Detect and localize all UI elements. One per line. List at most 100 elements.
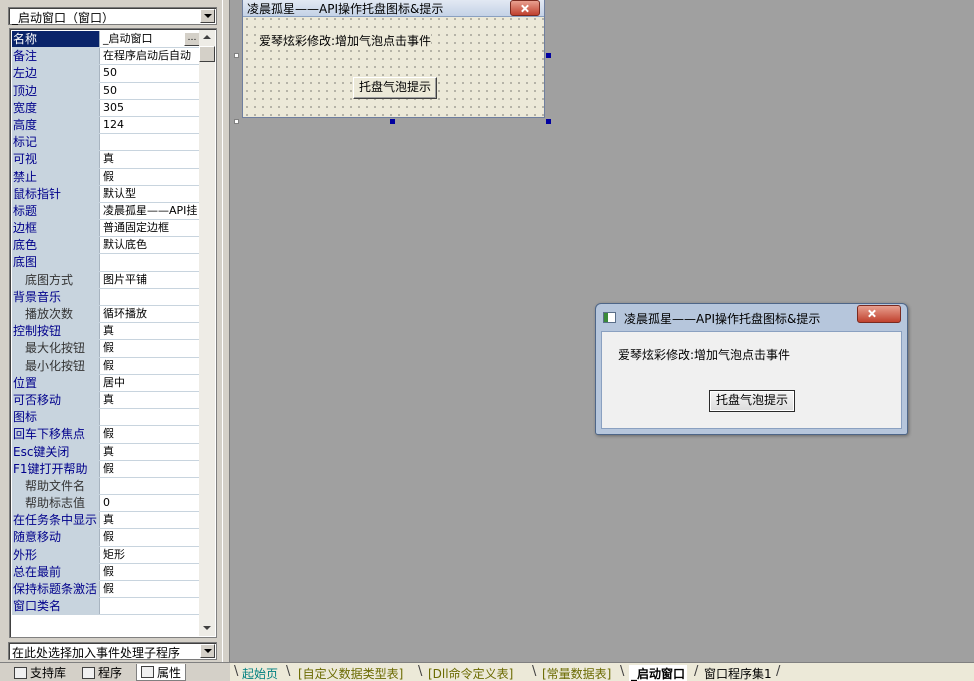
resize-handle[interactable]	[546, 119, 551, 124]
scrollbar-thumb[interactable]	[199, 46, 215, 62]
property-value[interactable]	[100, 477, 200, 495]
property-value[interactable]: _启动窗口…	[100, 31, 200, 48]
design-tray-bubble-button[interactable]: 托盘气泡提示	[353, 77, 437, 99]
close-icon[interactable]	[510, 0, 540, 16]
scroll-up-icon[interactable]	[199, 30, 215, 46]
property-row[interactable]: 高度 124	[12, 116, 200, 135]
property-value[interactable]	[100, 288, 200, 305]
property-row[interactable]: 外形 矩形	[12, 546, 200, 564]
tab-support-library[interactable]: 支持库	[10, 664, 70, 681]
property-value[interactable]: 假	[100, 340, 200, 357]
property-value[interactable]	[100, 254, 200, 271]
tab-startup-window[interactable]: _启动窗口	[629, 665, 688, 681]
property-row[interactable]: 位置 居中	[12, 374, 200, 392]
property-row[interactable]: F1键打开帮助假	[12, 460, 200, 478]
property-value[interactable]: 真	[100, 512, 200, 529]
property-value[interactable]: 假	[100, 460, 200, 477]
property-value[interactable]: 循环播放	[100, 306, 200, 323]
tab-custom-types[interactable]: [自定义数据类型表]	[298, 665, 403, 681]
property-row[interactable]: 禁止假	[12, 168, 200, 186]
property-row[interactable]: 鼠标指针 默认型	[12, 185, 200, 203]
property-value[interactable]: 图片平铺	[100, 271, 200, 288]
property-value[interactable]: 假	[100, 581, 200, 598]
preview-titlebar[interactable]: 凌晨孤星——API操作托盘图标&提示	[596, 304, 907, 330]
property-value[interactable]: 真	[100, 391, 200, 409]
preview-window[interactable]: 凌晨孤星——API操作托盘图标&提示 爱琴炫彩修改:增加气泡点击事件 托盘气泡提…	[595, 303, 908, 435]
panel-splitter[interactable]	[222, 0, 230, 662]
property-row[interactable]: 标记	[12, 134, 200, 152]
property-value[interactable]: 真	[100, 151, 200, 168]
property-row[interactable]: 播放次数 循环播放	[12, 306, 200, 324]
property-value[interactable]: 真	[100, 323, 200, 340]
property-row[interactable]: 最小化按钮假	[12, 357, 200, 375]
event-selector[interactable]: 在此处选择加入事件处理子程序	[8, 642, 217, 660]
property-row[interactable]: 回车下移焦点假	[12, 426, 200, 444]
chevron-down-icon[interactable]	[200, 644, 215, 658]
property-value[interactable]: 124	[100, 116, 200, 134]
property-row[interactable]: 名称 _启动窗口…	[12, 31, 200, 49]
design-form[interactable]: 凌晨孤星——API操作托盘图标&提示 爱琴炫彩修改:增加气泡点击事件 托盘气泡提…	[242, 0, 545, 118]
property-row[interactable]: 在任务条中显示真	[12, 512, 200, 530]
property-value[interactable]: 居中	[100, 374, 200, 391]
property-value[interactable]: 假	[100, 426, 200, 443]
property-row[interactable]: 控制按钮真	[12, 323, 200, 341]
property-row[interactable]: 边框 普通固定边框	[12, 220, 200, 238]
property-value[interactable]	[100, 134, 200, 151]
property-value[interactable]	[100, 598, 200, 615]
property-value[interactable]: 假	[100, 563, 200, 580]
property-row[interactable]: 可否移动真	[12, 391, 200, 410]
property-value[interactable]: 假	[100, 168, 200, 185]
tab-properties[interactable]: 属性	[136, 664, 187, 681]
property-row[interactable]: 帮助标志值 0	[12, 495, 200, 513]
property-value[interactable]: 0	[100, 495, 200, 512]
property-row[interactable]: 帮助文件名	[12, 477, 200, 496]
property-row[interactable]: 图标	[12, 409, 200, 427]
tray-bubble-button[interactable]: 托盘气泡提示	[709, 390, 795, 412]
property-row[interactable]: 底色 默认底色	[12, 237, 200, 255]
property-row[interactable]: Esc键关闭真	[12, 443, 200, 461]
resize-handle[interactable]	[546, 53, 551, 58]
property-row[interactable]: 左边 50	[12, 65, 200, 83]
property-value[interactable]: 305	[100, 99, 200, 116]
property-value[interactable]: 50	[100, 65, 200, 82]
ellipsis-button[interactable]: …	[184, 32, 200, 46]
tab-dll-commands[interactable]: [Dll命令定义表]	[428, 665, 513, 681]
property-row[interactable]: 总在最前假	[12, 563, 200, 581]
scroll-down-icon[interactable]	[199, 620, 215, 636]
property-value[interactable]: 在程序启动后自动	[100, 48, 200, 65]
tab-program[interactable]: 程序	[78, 664, 126, 681]
property-value[interactable]: 凌晨孤星——API挂	[100, 202, 200, 220]
property-value[interactable]: 默认底色	[100, 237, 200, 254]
property-value[interactable]: 假	[100, 357, 200, 374]
property-row[interactable]: 随意移动假	[12, 529, 200, 547]
tab-window-assembly[interactable]: 窗口程序集1	[704, 665, 772, 681]
resize-handle[interactable]	[390, 119, 395, 124]
tab-constants[interactable]: [常量数据表]	[542, 665, 611, 681]
property-row[interactable]: 标题 凌晨孤星——API挂	[12, 202, 200, 221]
tab-start-page[interactable]: 起始页	[242, 665, 278, 681]
property-value[interactable]: 默认型	[100, 185, 200, 202]
object-selector[interactable]: _启动窗口（窗口）	[8, 7, 217, 25]
design-form-label[interactable]: 爱琴炫彩修改:增加气泡点击事件	[259, 32, 432, 49]
property-value[interactable]: 矩形	[100, 546, 200, 563]
property-row[interactable]: 顶边 50	[12, 82, 200, 100]
property-scrollbar[interactable]	[199, 30, 215, 636]
property-row[interactable]: 底图方式 图片平铺	[12, 271, 200, 289]
property-row[interactable]: 可视真	[12, 151, 200, 169]
property-row[interactable]: 备注 在程序启动后自动	[12, 48, 200, 66]
property-row[interactable]: 保持标题条激活假	[12, 581, 200, 599]
property-value[interactable]: 50	[100, 82, 200, 99]
resize-handle[interactable]	[234, 119, 239, 124]
property-row[interactable]: 底图	[12, 254, 200, 272]
property-row[interactable]: 最大化按钮假	[12, 340, 200, 358]
property-value[interactable]: 真	[100, 443, 200, 460]
property-row[interactable]: 窗口类名	[12, 598, 200, 616]
property-row[interactable]: 宽度 305	[12, 99, 200, 117]
resize-handle[interactable]	[234, 53, 239, 58]
property-value[interactable]	[100, 409, 200, 426]
close-icon[interactable]	[857, 305, 901, 323]
property-row[interactable]: 背景音乐	[12, 288, 200, 306]
property-value[interactable]: 假	[100, 529, 200, 546]
property-value[interactable]: 普通固定边框	[100, 220, 200, 237]
chevron-down-icon[interactable]	[200, 9, 215, 23]
